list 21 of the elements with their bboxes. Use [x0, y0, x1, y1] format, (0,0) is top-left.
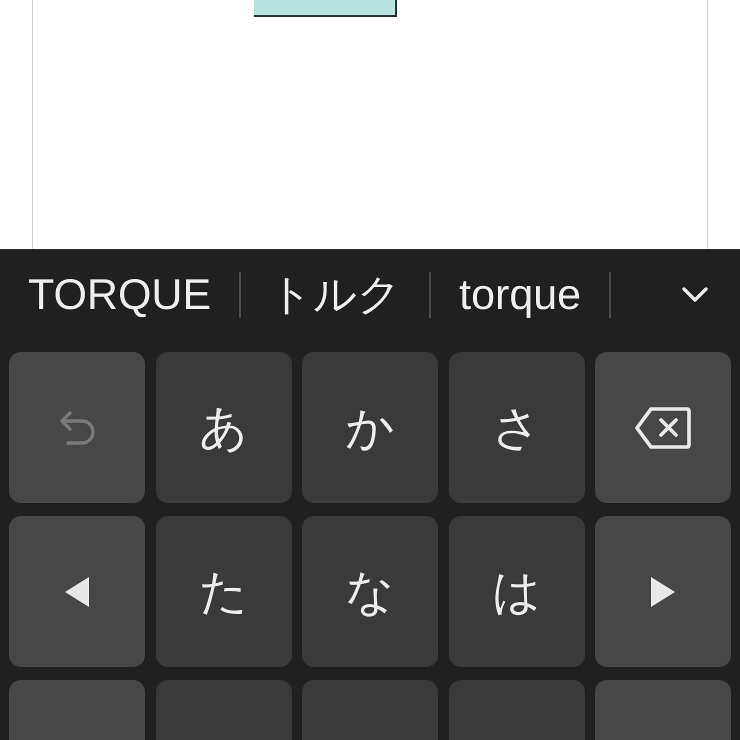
keyboard-key[interactable]: さ [448, 352, 584, 503]
right-triangle-icon [650, 576, 676, 608]
keyboard-key[interactable]: か [302, 352, 438, 503]
backspace-key[interactable] [595, 352, 731, 503]
suggestion-item[interactable]: TORQUE [0, 274, 240, 316]
keyboard-key[interactable] [302, 680, 438, 740]
keyboard-key[interactable]: た [156, 516, 292, 667]
keyboard-key[interactable]: あ [156, 352, 292, 503]
undo-icon [58, 408, 96, 446]
keyboard-key[interactable] [448, 680, 584, 740]
suggestion-item[interactable]: torque [431, 274, 610, 316]
suggestion-item[interactable]: トルク [241, 274, 430, 316]
keyboard-key[interactable]: な [302, 516, 438, 667]
cursor-right-key[interactable] [595, 516, 731, 667]
keyboard-key[interactable] [9, 680, 145, 740]
keyboard-key[interactable] [595, 680, 731, 740]
cursor-left-key[interactable] [9, 516, 145, 667]
backspace-icon [635, 406, 691, 448]
keyboard-key[interactable] [156, 680, 292, 740]
left-triangle-icon [64, 576, 90, 608]
keyboard-key[interactable]: は [448, 516, 584, 667]
